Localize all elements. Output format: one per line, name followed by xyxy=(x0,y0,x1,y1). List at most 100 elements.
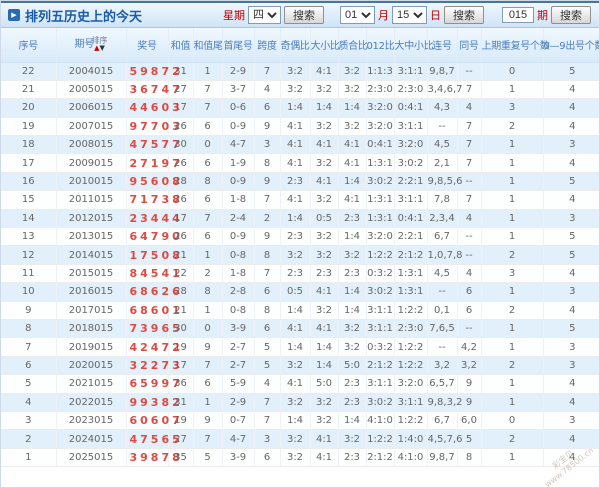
cell-sum-tail: 7 xyxy=(193,356,223,376)
cell-span: 7 xyxy=(254,62,281,81)
cell-sum-tail: 7 xyxy=(193,429,223,449)
cell-prev-repeat: 1 xyxy=(481,227,544,247)
issue-input[interactable] xyxy=(502,7,534,23)
cell-consecutive: 6,5,7 xyxy=(427,374,458,394)
month-label: 月 xyxy=(378,9,389,22)
cell-sum-tail: 1 xyxy=(193,62,223,81)
cell-sum-tail: 7 xyxy=(193,80,223,100)
cell-big-mid-small: 2:2:1 xyxy=(394,227,428,247)
cell-span: 7 xyxy=(254,393,281,412)
cell-index: 11 xyxy=(1,264,57,284)
cell-big-small: 3:2 xyxy=(310,117,339,137)
cell-big-mid-small: 3:2:0 xyxy=(394,374,428,394)
table-row: 10 2016015 68626 28 8 2-8 6 0:5 4:1 1:4 3:0:2 1:3:1… xyxy=(1,282,599,302)
cell-prev-repeat: 2 xyxy=(481,301,544,320)
cell-span: 9 xyxy=(254,117,281,137)
cell-prev-repeat: 1 xyxy=(481,135,544,155)
cell-odd-even: 1:4 xyxy=(280,337,311,357)
table-row: 1 2025015 39878 35 5 3-9 6 3:2 4:1 2:3 2:1:2 4:1:0 9… xyxy=(1,448,599,468)
cell-digit-count: 5 xyxy=(543,227,599,247)
cell-big-small: 4:1 xyxy=(310,62,339,81)
cell-issue: 2019015 xyxy=(56,337,127,357)
cell-prime-composite: 3:2 xyxy=(338,80,367,100)
cell-big-mid-small: 3:1:1 xyxy=(394,117,428,137)
cell-consecutive: 9,8,5,6 xyxy=(427,172,463,192)
cell-sum-tail: 5 xyxy=(193,448,223,468)
cell-012-ratio: 0:3:2 xyxy=(366,264,395,284)
cell-big-mid-small: 1:2:2 xyxy=(394,301,428,320)
cell-012-ratio: 1:3:1 xyxy=(366,153,395,173)
cell-odd-even: 1:4 xyxy=(280,301,311,320)
cell-odd-even: 3:2 xyxy=(280,429,311,449)
table-row: 19 2007015 97703 26 6 0-9 9 4:1 3:2 3:2 3:2:0 3:1:1… xyxy=(1,117,599,137)
cell-prime-composite: 1:4 xyxy=(338,227,367,247)
issue-search-button[interactable]: 搜索 xyxy=(551,6,591,24)
cell-big-mid-small: 1:2:2 xyxy=(394,356,428,376)
cell-big-small: 0:5 xyxy=(310,209,339,229)
cell-prize: 60607 xyxy=(126,411,180,431)
sort-down-icon[interactable]: ▼ xyxy=(100,44,105,52)
col-header-index: 序号 xyxy=(1,28,57,63)
cell-issue: 2020015 xyxy=(56,356,127,376)
cell-prev-repeat: 3 xyxy=(481,264,544,284)
cell-span: 8 xyxy=(254,153,281,173)
cell-prime-composite: 1:4 xyxy=(338,172,367,192)
cell-first-last: 0-8 xyxy=(222,301,255,320)
cell-issue: 2012015 xyxy=(56,209,127,229)
cell-issue: 2015015 xyxy=(56,264,127,284)
cell-index: 10 xyxy=(1,282,57,302)
cell-prime-composite: 3:2 xyxy=(338,429,367,449)
cell-same: 4 xyxy=(457,209,482,229)
cell-prime-composite: 1:4 xyxy=(338,282,367,302)
cell-digit-count: 4 xyxy=(543,374,599,394)
month-select[interactable]: 01 xyxy=(340,6,375,24)
weekday-search-button[interactable]: 搜索 xyxy=(284,6,324,24)
table-row: 16 2010015 95608 28 8 0-9 9 2:3 4:1 1:4 3:0:2 2:2:1… xyxy=(1,172,599,192)
cell-prize: 32273 xyxy=(126,356,180,376)
cell-span: 4 xyxy=(254,80,281,100)
weekday-select[interactable]: 四 xyxy=(248,6,281,24)
cell-first-last: 0-7 xyxy=(222,411,255,431)
date-search-button[interactable]: 搜索 xyxy=(444,6,484,24)
cell-big-mid-small: 0:4:1 xyxy=(394,209,428,229)
cell-consecutive: 1,0,7,8 xyxy=(427,245,463,265)
cell-index: 17 xyxy=(1,153,57,173)
cell-prev-repeat: 2 xyxy=(481,429,544,449)
cell-span: 9 xyxy=(254,227,281,247)
cell-odd-even: 3:2 xyxy=(280,80,311,100)
cell-012-ratio: 3:1:1 xyxy=(366,301,395,320)
issue-sort-control[interactable]: 排序 ▲▼ xyxy=(92,37,108,52)
cell-012-ratio: 1:3:1 xyxy=(366,190,395,210)
cell-prev-repeat: 1 xyxy=(481,190,544,210)
cell-big-small: 1:4 xyxy=(310,98,339,118)
cell-big-small: 1:4 xyxy=(310,337,339,357)
cell-first-last: 0-6 xyxy=(222,98,255,118)
cell-sum-tail: 6 xyxy=(193,117,223,137)
cell-index: 3 xyxy=(1,411,57,431)
cell-first-last: 2-7 xyxy=(222,356,255,376)
issue-search-group: 期 搜索 xyxy=(502,6,591,24)
cell-sum-tail: 8 xyxy=(193,172,223,192)
cell-digit-count: 4 xyxy=(543,98,599,118)
cell-sum-tail: 6 xyxy=(193,227,223,247)
cell-first-last: 2-8 xyxy=(222,282,255,302)
cell-prize: 95608 xyxy=(126,172,180,192)
cell-prime-composite: 3:2 xyxy=(338,245,367,265)
history-table: 序号 期号 排序 ▲▼ 奖号 和值 和值尾 首尾号 跨度 奇偶比 大小比 质合比… xyxy=(1,28,599,468)
cell-prev-repeat: 1 xyxy=(481,172,544,192)
cell-prev-repeat: 1 xyxy=(481,374,544,394)
table-row: 6 2020015 32273 17 7 2-7 5 3:2 1:4 5:0 2:1:2 1:2:2 3… xyxy=(1,356,599,376)
col-header-consecutive: 连号 xyxy=(427,28,458,63)
cell-span: 7 xyxy=(254,411,281,431)
cell-first-last: 1-8 xyxy=(222,190,255,210)
cell-prime-composite: 1:4 xyxy=(338,411,367,431)
cell-index: 1 xyxy=(1,448,57,468)
cell-big-mid-small: 1:3:1 xyxy=(394,264,428,284)
cell-first-last: 2-4 xyxy=(222,209,255,229)
cell-odd-even: 4:1 xyxy=(280,190,311,210)
day-select[interactable]: 15 xyxy=(392,6,427,24)
cell-odd-even: 1:4 xyxy=(280,411,311,431)
cell-index: 12 xyxy=(1,245,57,265)
cell-big-small: 3:2 xyxy=(310,411,339,431)
cell-prime-composite: 2:3 xyxy=(338,264,367,284)
